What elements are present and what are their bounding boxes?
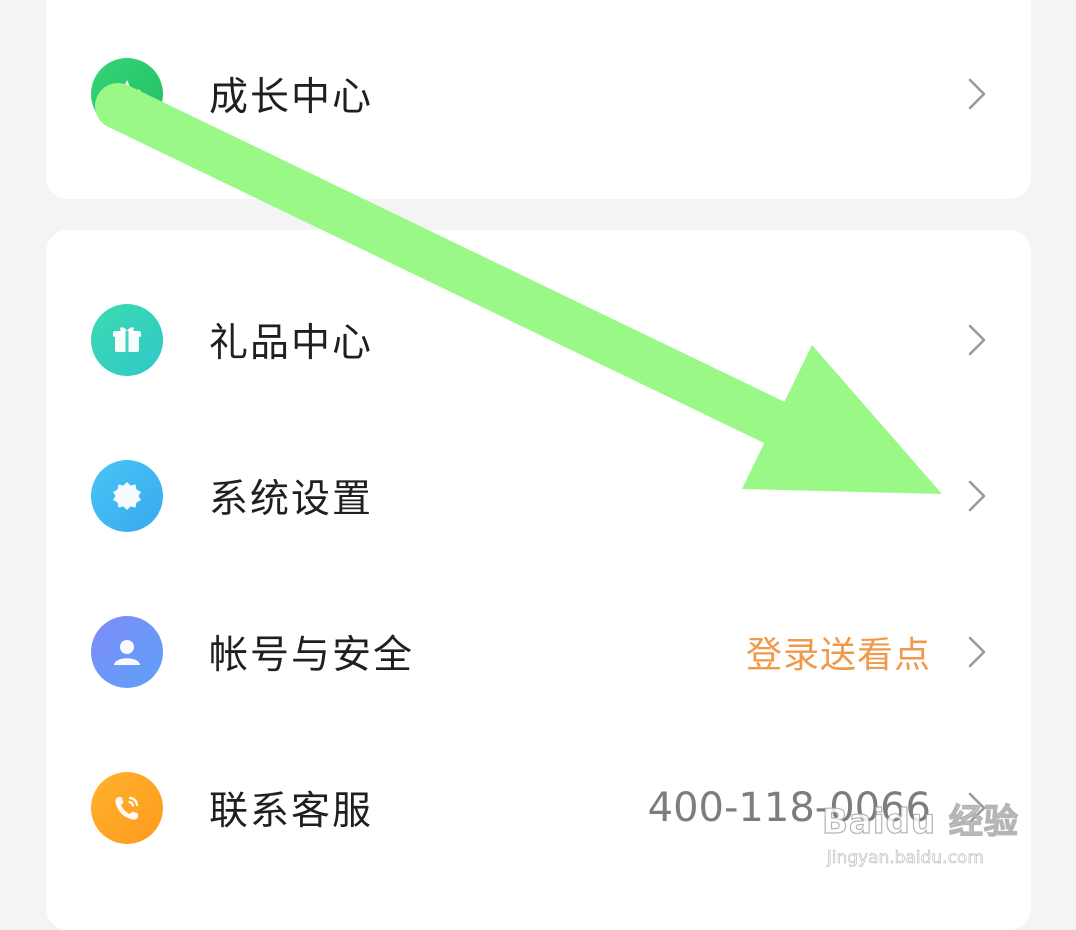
menu-card-top: 成长中心 [46, 0, 1031, 199]
menu-card-main: 礼品中心 系统设置 帐号与安全 登录送看点 联系客服 400-118-0066 [46, 230, 1031, 930]
chevron-right-icon [967, 479, 987, 513]
support-phone-number: 400-118-0066 [647, 785, 931, 831]
chevron-right-icon [967, 323, 987, 357]
gear-icon [91, 460, 163, 532]
menu-item-label: 成长中心 [209, 75, 374, 120]
phone-icon [91, 772, 163, 844]
user-icon [91, 616, 163, 688]
menu-item-growth-center[interactable]: 成长中心 [46, 34, 1031, 154]
login-reward-hint: 登录送看点 [745, 635, 931, 676]
menu-item-label: 礼品中心 [209, 321, 374, 366]
menu-item-label: 联系客服 [209, 789, 374, 834]
gift-icon [91, 304, 163, 376]
star-icon [91, 58, 163, 130]
menu-item-gift-center[interactable]: 礼品中心 [46, 280, 1031, 400]
chevron-right-icon [967, 791, 987, 825]
menu-item-system-settings[interactable]: 系统设置 [46, 436, 1031, 556]
menu-item-label: 系统设置 [209, 477, 374, 522]
menu-item-contact-support[interactable]: 联系客服 400-118-0066 [46, 748, 1031, 868]
menu-item-label: 帐号与安全 [209, 633, 415, 678]
menu-item-account-security[interactable]: 帐号与安全 登录送看点 [46, 592, 1031, 712]
chevron-right-icon [967, 77, 987, 111]
chevron-right-icon [967, 635, 987, 669]
